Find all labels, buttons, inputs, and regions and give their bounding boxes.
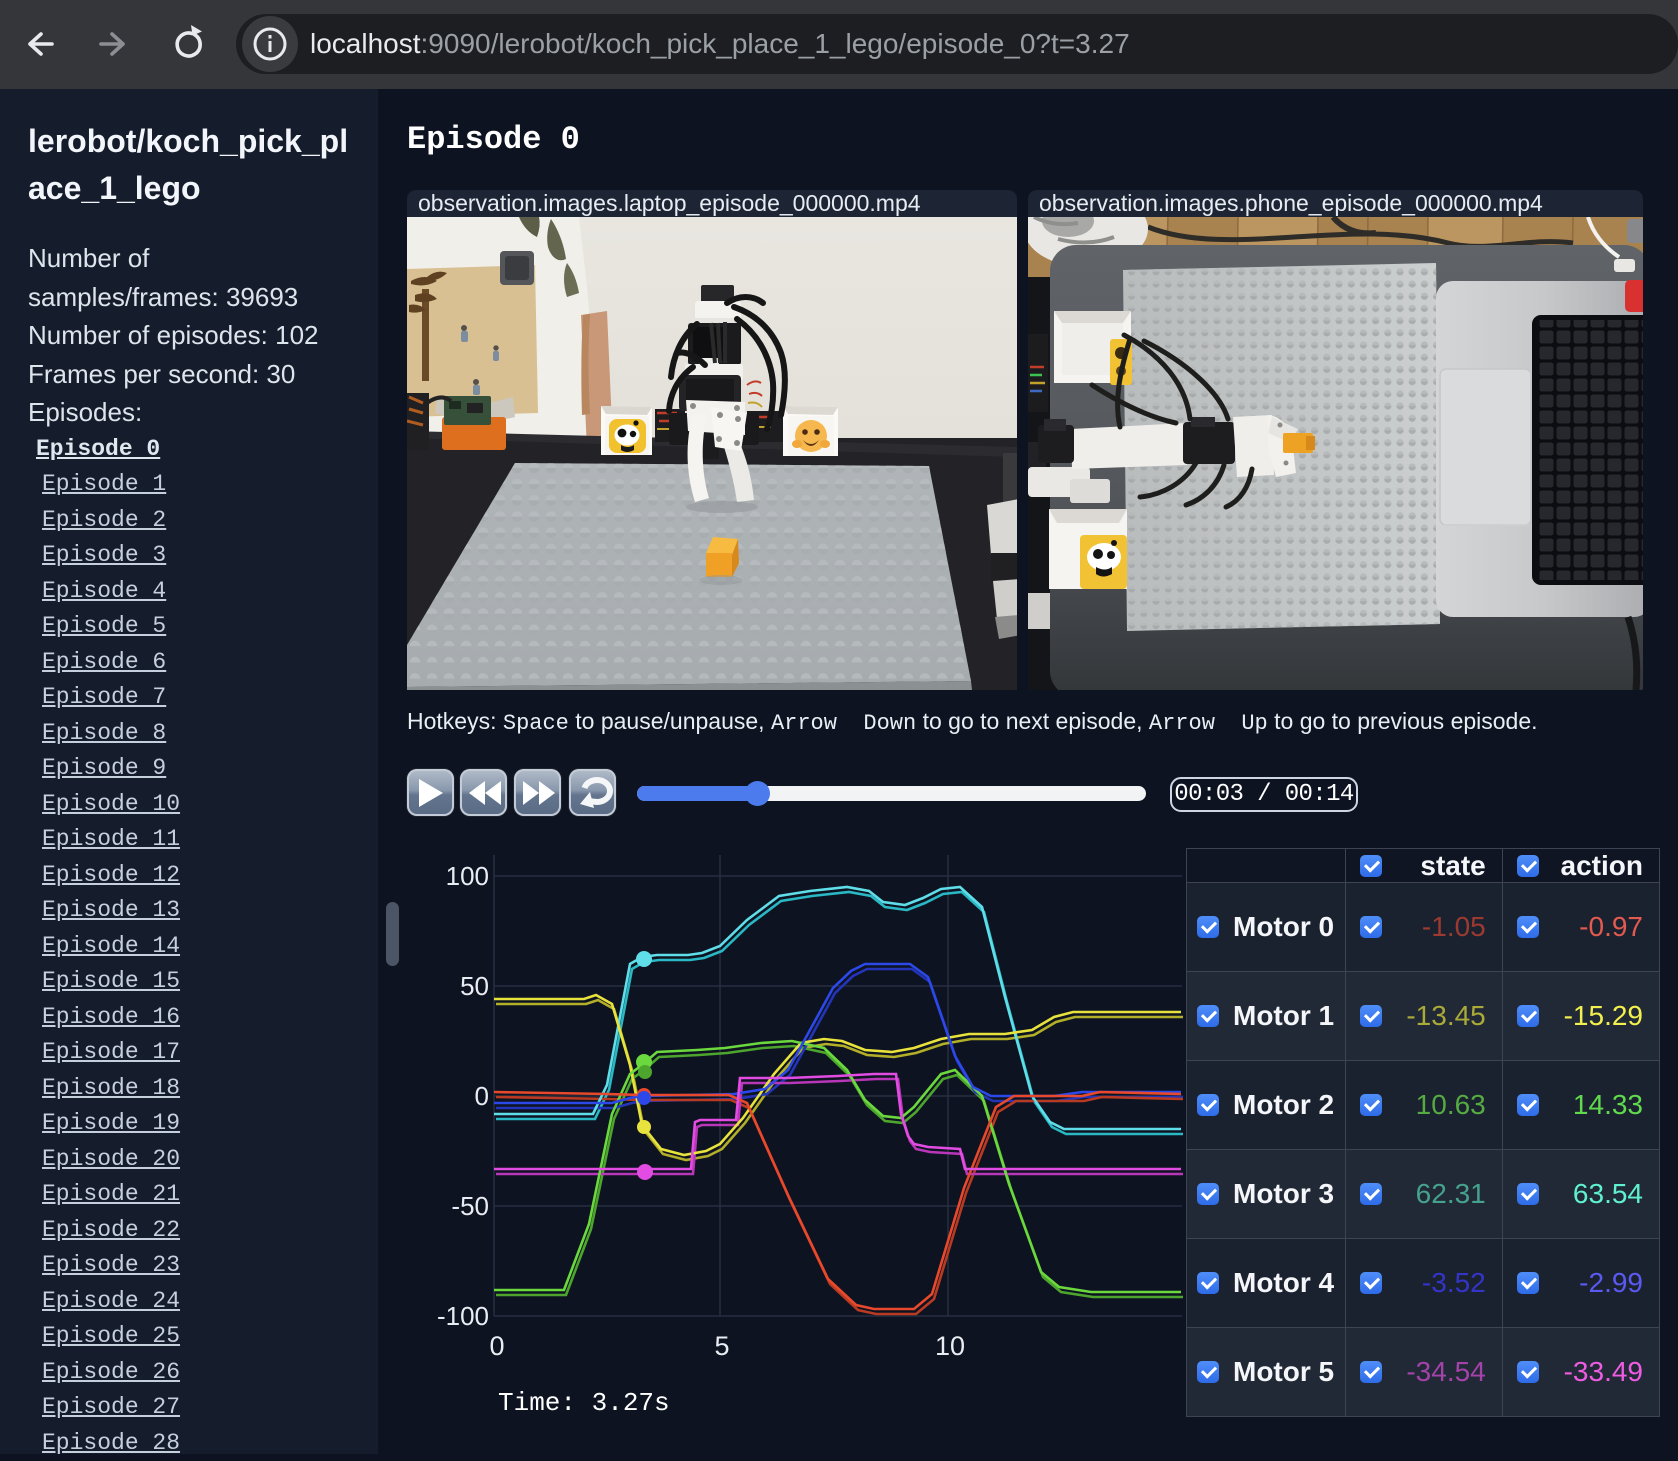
svg-text:50: 50 (460, 971, 489, 1001)
svg-text:-50: -50 (451, 1191, 489, 1221)
svg-text:Time: 3.27s: Time: 3.27s (498, 1388, 670, 1418)
svg-text:0: 0 (489, 1331, 504, 1361)
svg-text:0: 0 (475, 1081, 489, 1111)
svg-text:-100: -100 (437, 1301, 489, 1331)
svg-text:5: 5 (714, 1331, 729, 1361)
svg-text:100: 100 (446, 861, 489, 891)
svg-text:10: 10 (935, 1331, 965, 1361)
